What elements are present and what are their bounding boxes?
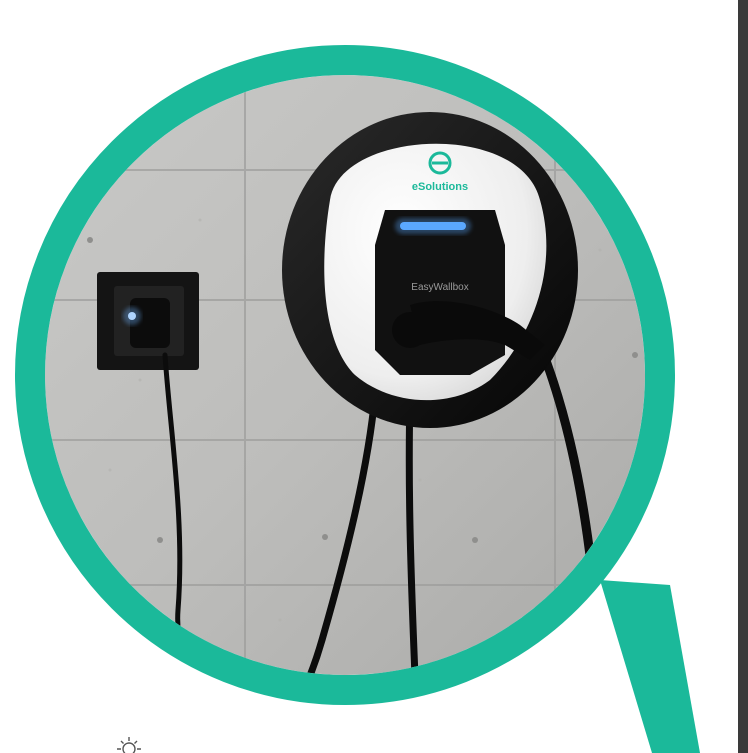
brand-name: eSolutions [412,181,468,193]
hero-illustration: EasyWallbox eSolutions [15,45,700,753]
device-model-label: EasyWallbox [411,282,468,293]
wall-socket-icon [97,272,199,370]
product-hero: EasyWallbox eSolutions [0,0,748,753]
gear-icon [117,737,141,753]
ev-charger-icon: EasyWallbox eSolutions [282,112,578,428]
